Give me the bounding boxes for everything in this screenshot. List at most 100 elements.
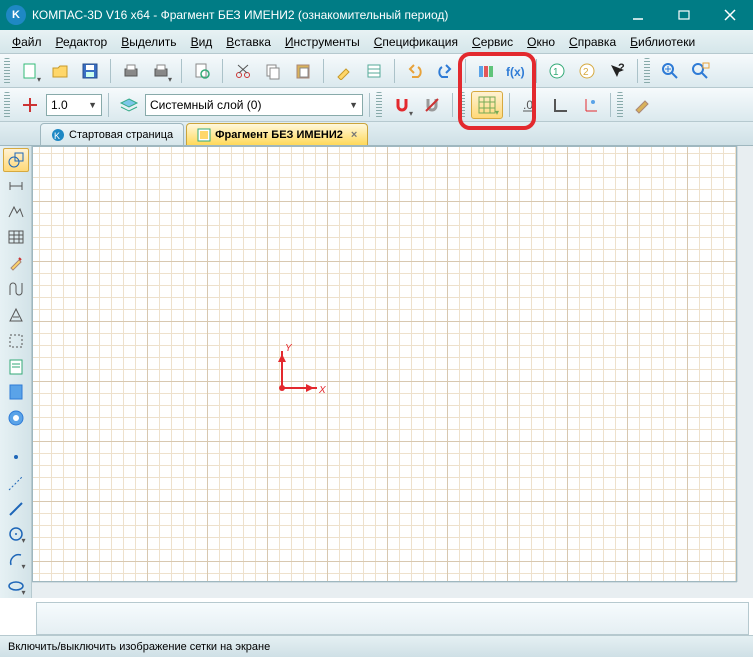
tool-palette [0,146,32,598]
svg-text:f(x): f(x) [506,65,525,79]
geometry-panel-button[interactable] [3,148,29,172]
grid-toggle-button[interactable] [471,91,503,119]
point-tool-button[interactable] [3,445,29,469]
dimensions-panel-button[interactable] [3,174,29,198]
minimize-button[interactable] [615,0,661,30]
document-tabs: K Стартовая страница Фрагмент БЕЗ ИМЕНИ2… [0,122,753,146]
kompas-icon: K [51,128,65,142]
help-step1-button[interactable]: 1 [543,57,571,85]
vertical-scrollbar[interactable] [737,146,753,582]
y-axis-label: Y [285,343,292,354]
main-area: Y X [0,146,753,598]
properties-button[interactable] [360,57,388,85]
menu-view[interactable]: Вид [185,32,219,52]
library-manager-button[interactable] [472,57,500,85]
zoom-window-button[interactable] [686,57,714,85]
view-toolbar: 1.0 ▼ Системный слой (0) ▼ .0 [0,88,753,122]
undo-button[interactable] [401,57,429,85]
edit-panel-button[interactable] [3,251,29,275]
standard-toolbar: f(x) 1 2 ? [0,54,753,88]
snap-toggle-button[interactable] [418,91,446,119]
round-button[interactable]: .0 [516,91,544,119]
svg-text:2: 2 [583,67,589,78]
tab-close-button[interactable]: × [351,129,357,141]
svg-text:1: 1 [553,67,559,78]
open-button[interactable] [46,57,74,85]
print-dropdown-button[interactable] [147,57,175,85]
select-panel-button[interactable] [3,329,29,353]
tab-start-page[interactable]: K Стартовая страница [40,123,184,145]
menu-select[interactable]: Выделить [115,32,182,52]
scale-combobox[interactable]: 1.0 ▼ [46,94,102,116]
redo-button[interactable] [431,57,459,85]
menu-bar: Файл Редактор Выделить Вид Вставка Инстр… [0,30,753,54]
symbols-panel-button[interactable] [3,200,29,224]
tab-fragment[interactable]: Фрагмент БЕЗ ИМЕНИ2 × [186,123,368,145]
line-tool-button[interactable] [3,497,29,521]
brush-button[interactable] [629,91,657,119]
app-icon: K [6,5,26,25]
arc-tool-button[interactable] [3,548,29,572]
tab-label: Стартовая страница [69,129,173,141]
spec-panel-button[interactable] [3,355,29,379]
menu-file[interactable]: Файл [6,32,48,52]
cut-button[interactable] [229,57,257,85]
x-axis-label: X [319,385,326,396]
whats-this-button[interactable]: ? [603,57,631,85]
toolbar-grip-6[interactable] [617,92,623,118]
save-button[interactable] [76,57,104,85]
close-button[interactable] [707,0,753,30]
params-panel-button[interactable] [3,277,29,301]
toolbar-grip[interactable] [4,58,10,84]
menu-editor[interactable]: Редактор [50,32,114,52]
reports-panel-button[interactable] [3,380,29,404]
ortho-button[interactable] [546,91,574,119]
zoom-in-button[interactable] [656,57,684,85]
svg-text:?: ? [618,62,625,74]
toolbar-grip-4[interactable] [376,92,382,118]
format-painter-button[interactable] [330,57,358,85]
local-cs-button[interactable] [576,91,604,119]
maximize-button[interactable] [661,0,707,30]
ellipse-tool-button[interactable] [3,574,29,598]
current-state-button[interactable] [16,91,44,119]
svg-text:K: K [54,131,60,141]
toolbar-grip-3[interactable] [4,92,10,118]
horizontal-scrollbar[interactable] [32,582,737,598]
toolbar-grip-5[interactable] [459,92,465,118]
status-bar: Включить/выключить изображение сетки на … [0,635,753,657]
aux-line-tool-button[interactable] [3,471,29,495]
menu-tools[interactable]: Инструменты [279,32,366,52]
dropdown-arrow-icon: ▼ [88,100,97,110]
menu-libraries[interactable]: Библиотеки [624,32,701,52]
copy-button[interactable] [259,57,287,85]
menu-insert[interactable]: Вставка [220,32,277,52]
menu-help[interactable]: Справка [563,32,622,52]
drawing-canvas[interactable]: Y X [32,146,737,582]
fragment-icon [197,128,211,142]
menu-service[interactable]: Сервис [466,32,519,52]
property-panel[interactable] [36,602,749,635]
help-step2-button[interactable]: 2 [573,57,601,85]
circle-tool-button[interactable] [3,523,29,547]
layer-value: Системный слой (0) [150,98,261,112]
new-document-button[interactable] [16,57,44,85]
layers-button[interactable] [115,91,143,119]
layer-combobox[interactable]: Системный слой (0) ▼ [145,94,363,116]
tab-label: Фрагмент БЕЗ ИМЕНИ2 [215,129,343,141]
dropdown-arrow-icon: ▼ [349,100,358,110]
snap-button[interactable] [388,91,416,119]
grid-icon [478,96,496,114]
menu-specification[interactable]: Спецификация [368,32,464,52]
table-panel-button[interactable] [3,225,29,249]
print-button[interactable] [117,57,145,85]
svg-text:.0: .0 [523,98,533,112]
paste-button[interactable] [289,57,317,85]
title-bar: K КОМПАС-3D V16 x64 - Фрагмент БЕЗ ИМЕНИ… [0,0,753,30]
menu-window[interactable]: Окно [521,32,561,52]
toolbar-grip-2[interactable] [644,58,650,84]
print-preview-button[interactable] [188,57,216,85]
variables-button[interactable]: f(x) [502,57,530,85]
insert-panel-button[interactable] [3,406,29,430]
measure-panel-button[interactable] [3,303,29,327]
